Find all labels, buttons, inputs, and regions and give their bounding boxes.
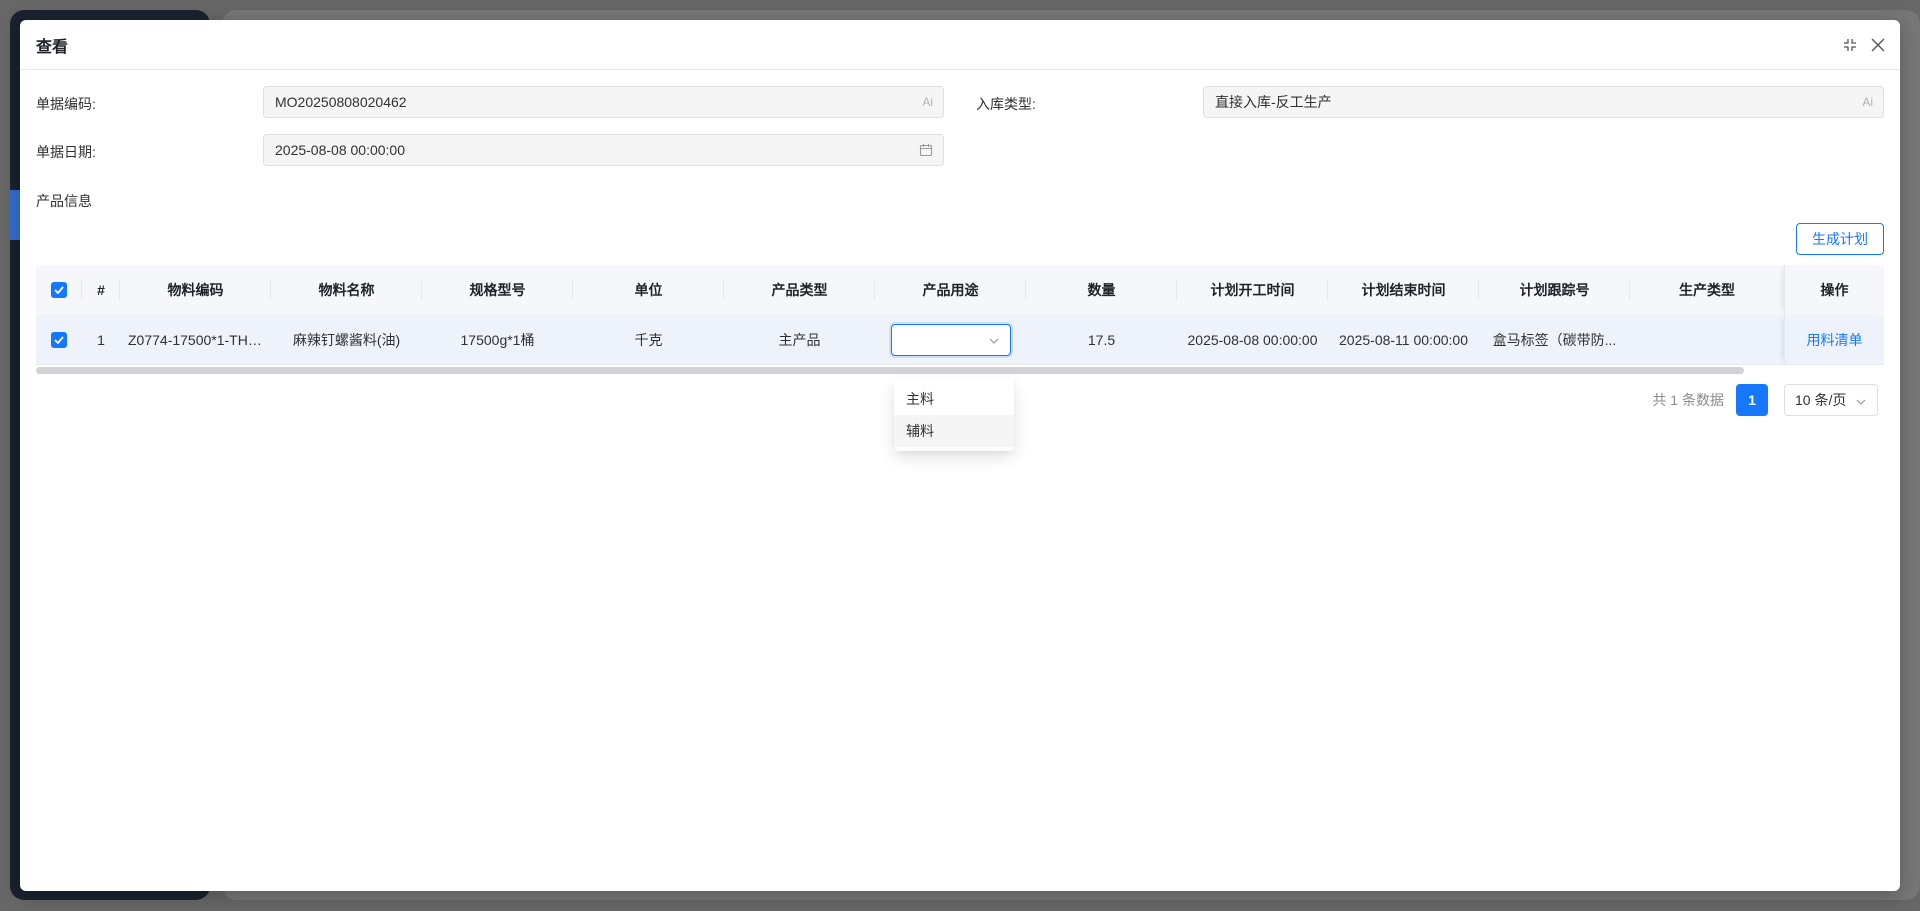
header-action: 操作 bbox=[1784, 265, 1884, 315]
header-unit: 单位 bbox=[573, 265, 724, 315]
table-header: # 物料编码 物料名称 规格型号 单位 产品类型 产品用途 数量 计划开工时间 … bbox=[36, 265, 1884, 315]
usage-select[interactable] bbox=[890, 323, 1011, 356]
cell-quantity: 17.5 bbox=[1087, 331, 1116, 348]
doc-code-label: 单据编码: bbox=[36, 96, 96, 112]
inbound-type-label: 入库类型: bbox=[976, 96, 1036, 112]
page-size-select[interactable]: 10 条/页 bbox=[1784, 384, 1878, 416]
chevron-down-icon bbox=[1855, 395, 1867, 411]
dialog-title: 查看 bbox=[36, 38, 69, 56]
checkbox-checked-icon[interactable] bbox=[51, 282, 67, 298]
page-size-value: 10 条/页 bbox=[1795, 392, 1847, 408]
header-plan-start: 计划开工时间 bbox=[1177, 265, 1328, 315]
cell-index: 1 bbox=[97, 331, 105, 348]
header-select-all[interactable] bbox=[36, 265, 82, 315]
horizontal-scrollbar[interactable] bbox=[36, 367, 1744, 374]
cell-spec: 17500g*1桶 bbox=[460, 331, 535, 348]
shrink-icon[interactable] bbox=[1840, 35, 1860, 55]
generate-plan-button[interactable]: 生成计划 bbox=[1796, 223, 1884, 255]
header-production-type: 生产类型 bbox=[1679, 282, 1735, 298]
header-quantity: 数量 bbox=[1026, 265, 1177, 315]
material-list-link[interactable]: 用料清单 bbox=[1807, 330, 1863, 350]
inbound-type-field[interactable]: 直接入库-反工生产 Ai bbox=[1203, 86, 1884, 118]
cell-material-code: Z0774-17500*1-TH-... bbox=[120, 315, 271, 364]
cell-usage bbox=[875, 315, 1026, 364]
cell-tracking-no: 盒马标签（碳带防... bbox=[1479, 315, 1630, 364]
ai-icon: Ai bbox=[922, 95, 933, 109]
pagination: 共 1 条数据 1 10 条/页 bbox=[1652, 384, 1878, 416]
usage-dropdown: 主料 辅料 bbox=[894, 379, 1014, 451]
cell-product-type: 主产品 bbox=[778, 331, 821, 348]
checkbox-checked-icon[interactable] bbox=[51, 331, 67, 348]
header-material-code: 物料编码 bbox=[120, 265, 271, 315]
header-material-name: 物料名称 bbox=[271, 265, 422, 315]
doc-date-value: 2025-08-08 00:00:00 bbox=[275, 142, 405, 158]
pagination-total: 共 1 条数据 bbox=[1652, 392, 1724, 408]
cell-plan-end: 2025-08-11 00:00:00 bbox=[1339, 331, 1468, 348]
material-code-text: Z0774-17500*1-TH-... bbox=[128, 331, 263, 348]
chevron-down-icon bbox=[988, 334, 1000, 350]
header-spec: 规格型号 bbox=[422, 265, 573, 315]
cell-action: 用料清单 bbox=[1784, 315, 1884, 364]
product-table: # 物料编码 物料名称 规格型号 单位 产品类型 产品用途 数量 计划开工时间 … bbox=[36, 265, 1884, 365]
doc-date-field[interactable]: 2025-08-08 00:00:00 bbox=[263, 134, 944, 166]
pagination-page-1[interactable]: 1 bbox=[1736, 384, 1768, 416]
header-tracking-no: 计划跟踪号 bbox=[1479, 265, 1630, 315]
tracking-no-text: 盒马标签（碳带防... bbox=[1492, 331, 1617, 348]
dropdown-option-auxiliary[interactable]: 辅料 bbox=[894, 415, 1014, 447]
dropdown-option-main[interactable]: 主料 bbox=[894, 383, 1014, 415]
row-select[interactable] bbox=[36, 315, 82, 364]
header-index: # bbox=[82, 265, 120, 315]
close-icon[interactable] bbox=[1868, 35, 1888, 55]
ai-icon: Ai bbox=[1862, 95, 1873, 109]
header-plan-end: 计划结束时间 bbox=[1328, 265, 1479, 315]
view-dialog: 查看 单据编码: MO20250808020462 Ai 入库类型: 直接入库-… bbox=[20, 20, 1900, 891]
cell-plan-start: 2025-08-08 00:00:00 bbox=[1187, 331, 1318, 348]
header-product-type: 产品类型 bbox=[724, 265, 875, 315]
cell-material-name: 麻辣钉螺酱料(油) bbox=[292, 331, 401, 348]
calendar-icon bbox=[919, 143, 933, 160]
table-row: 1 Z0774-17500*1-TH-... 麻辣钉螺酱料(油) 17500g*… bbox=[36, 315, 1884, 365]
cell-production-type bbox=[1630, 315, 1784, 364]
inbound-type-value: 直接入库-反工生产 bbox=[1215, 94, 1332, 110]
doc-code-value: MO20250808020462 bbox=[275, 94, 407, 110]
cell-unit: 千克 bbox=[634, 331, 663, 348]
doc-date-label: 单据日期: bbox=[36, 144, 96, 160]
product-info-title: 产品信息 bbox=[36, 193, 92, 209]
dialog-header: 查看 bbox=[20, 20, 1900, 70]
header-usage: 产品用途 bbox=[875, 265, 1026, 315]
doc-code-field[interactable]: MO20250808020462 Ai bbox=[263, 86, 944, 118]
